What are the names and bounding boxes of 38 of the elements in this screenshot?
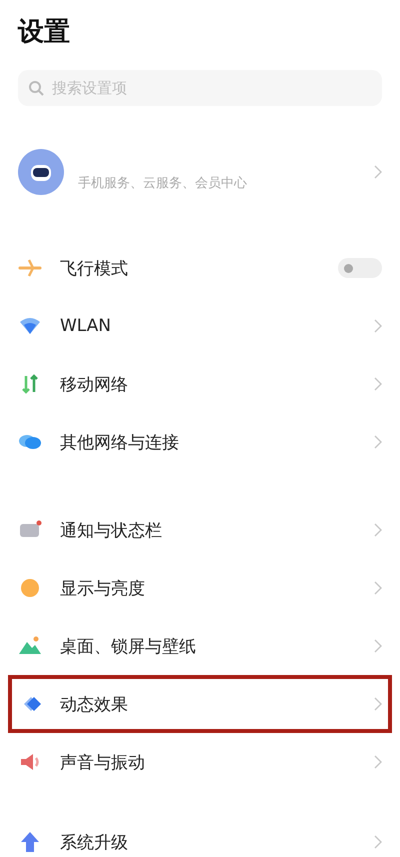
arrow-up-icon: [18, 830, 42, 854]
setting-label: 其他网络与连接: [60, 432, 180, 454]
settings-row[interactable]: 桌面、锁屏与壁纸: [0, 617, 400, 675]
setting-label: 动态效果: [60, 694, 129, 716]
chevron-icon: [374, 697, 382, 711]
setting-label: 飞行模式: [60, 258, 129, 280]
setting-label: WLAN: [60, 316, 112, 336]
chevron-icon: [374, 835, 382, 849]
chevron-icon: [374, 639, 382, 653]
chevron-icon: [374, 435, 382, 449]
settings-row[interactable]: 通知与状态栏: [0, 501, 400, 559]
toggle-switch[interactable]: [338, 258, 382, 278]
settings-row[interactable]: 显示与亮度: [0, 559, 400, 617]
settings-row[interactable]: 系统升级: [0, 813, 400, 857]
settings-row[interactable]: 飞行模式: [0, 239, 400, 297]
avatar[interactable]: [18, 149, 64, 195]
search-field[interactable]: 搜索设置项: [18, 70, 382, 106]
page-title: 设置: [18, 16, 70, 49]
account-subtitle: 手机服务、云服务、会员中心: [78, 175, 248, 192]
setting-label: 桌面、锁屏与壁纸: [60, 636, 197, 658]
setting-label: 移动网络: [60, 374, 129, 396]
setting-label: 系统升级: [60, 832, 129, 854]
setting-label: 显示与亮度: [60, 578, 146, 600]
setting-label: 声音与振动: [60, 752, 146, 774]
chevron-icon: [374, 377, 382, 391]
setting-label: 通知与状态栏: [60, 520, 163, 542]
chevron-icon: [374, 581, 382, 595]
search-icon: [28, 80, 44, 96]
settings-row[interactable]: 其他网络与连接: [0, 413, 400, 471]
settings-row[interactable]: 移动网络: [0, 355, 400, 413]
chevron-icon: [374, 165, 382, 179]
settings-row[interactable]: WLAN: [0, 297, 400, 355]
chevron-icon: [374, 755, 382, 769]
chevron-icon: [374, 523, 382, 537]
highlighted-settings-row[interactable]: 动态效果: [8, 675, 392, 733]
sun-icon: [18, 576, 42, 600]
settings-row[interactable]: 声音与振动: [0, 733, 400, 791]
chevron-icon: [374, 319, 382, 333]
